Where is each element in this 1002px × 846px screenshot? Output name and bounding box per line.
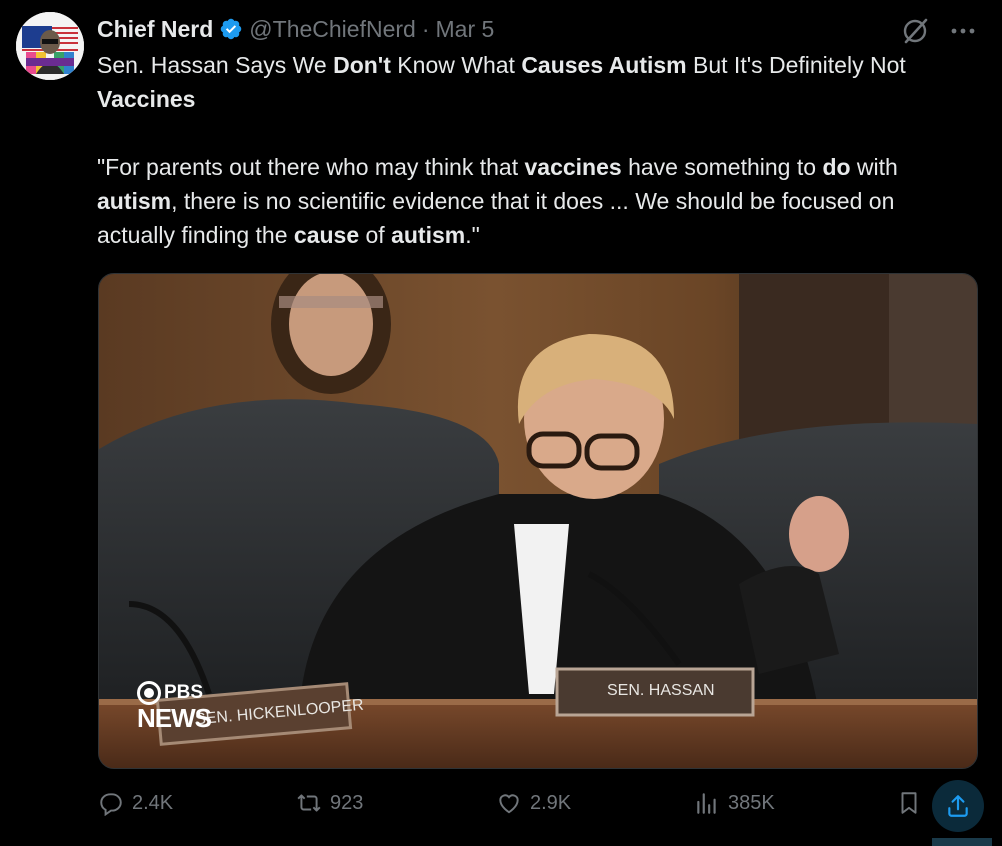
text-run: , there is no scientific evidence that i… <box>97 188 895 248</box>
header-separator: · <box>421 15 430 42</box>
text-run: have something to <box>621 154 823 180</box>
author-handle[interactable]: @TheChiefNerd <box>249 16 416 43</box>
emphasis-text: do <box>822 154 851 180</box>
author-name[interactable]: Chief Nerd <box>97 16 213 43</box>
video-frame <box>99 274 977 768</box>
more-options-icon[interactable] <box>946 16 980 46</box>
grok-icon[interactable] <box>900 16 930 46</box>
tweet-date[interactable]: Mar 5 <box>436 16 495 43</box>
pbs-news-logo: PBS NEWS <box>137 681 212 733</box>
nameplate-center: SEN. HASSAN <box>607 682 715 699</box>
views-icon <box>697 793 716 814</box>
emphasis-text: vaccines <box>524 154 622 180</box>
bottom-indicator <box>932 838 992 846</box>
text-run: of <box>359 222 392 248</box>
repost-count: 923 <box>330 791 364 814</box>
avatar-image <box>16 12 84 80</box>
verified-badge-icon[interactable] <box>219 17 243 41</box>
emphasis-text: Vaccines <box>97 86 196 112</box>
emphasis-text: autism <box>97 188 172 214</box>
bookmark-icon <box>901 792 917 814</box>
tweet-headline: Sen. Hassan Says We Don't Know What Caus… <box>97 48 977 116</box>
tweet-text: Sen. Hassan Says We Don't Know What Caus… <box>97 48 977 252</box>
share-icon <box>948 795 968 817</box>
views-count: 385K <box>728 791 775 814</box>
views-button[interactable]: 385K <box>694 790 775 816</box>
text-run: Know What <box>390 52 522 78</box>
share-button[interactable] <box>932 780 984 832</box>
text-run: "For parents out there who may think tha… <box>97 154 525 180</box>
reply-button[interactable]: 2.4K <box>98 790 173 816</box>
heart-icon <box>499 794 519 814</box>
pbs-head-icon <box>137 681 161 705</box>
emphasis-text: autism <box>391 222 466 248</box>
bookmark-button[interactable] <box>896 790 930 816</box>
text-run: But It's Definitely Not <box>686 52 906 78</box>
like-button[interactable]: 2.9K <box>496 790 571 816</box>
tweet-header: Chief Nerd @TheChiefNerd · Mar 5 <box>97 14 494 44</box>
repost-button[interactable]: 923 <box>296 790 363 816</box>
video-media[interactable]: SEN. HICKENLOOPER SEN. HASSAN PBS NEWS <box>98 273 978 769</box>
news-label: NEWS <box>137 703 212 733</box>
pbs-label: PBS <box>164 682 204 703</box>
text-run: ." <box>465 222 480 248</box>
emphasis-text: cause <box>293 222 360 248</box>
author-avatar[interactable] <box>16 12 84 80</box>
tweet-quote: "For parents out there who may think tha… <box>97 150 977 252</box>
reply-count: 2.4K <box>132 791 174 814</box>
like-count: 2.9K <box>530 791 572 814</box>
repost-icon <box>297 794 321 812</box>
tweet-actions: 2.4K 923 2.9K 385K <box>98 780 998 830</box>
text-run: with <box>850 154 898 180</box>
emphasis-text: Don't <box>333 52 391 78</box>
reply-icon <box>100 793 122 816</box>
emphasis-text: Causes Autism <box>521 52 687 78</box>
text-run: Sen. Hassan Says We <box>97 52 334 78</box>
